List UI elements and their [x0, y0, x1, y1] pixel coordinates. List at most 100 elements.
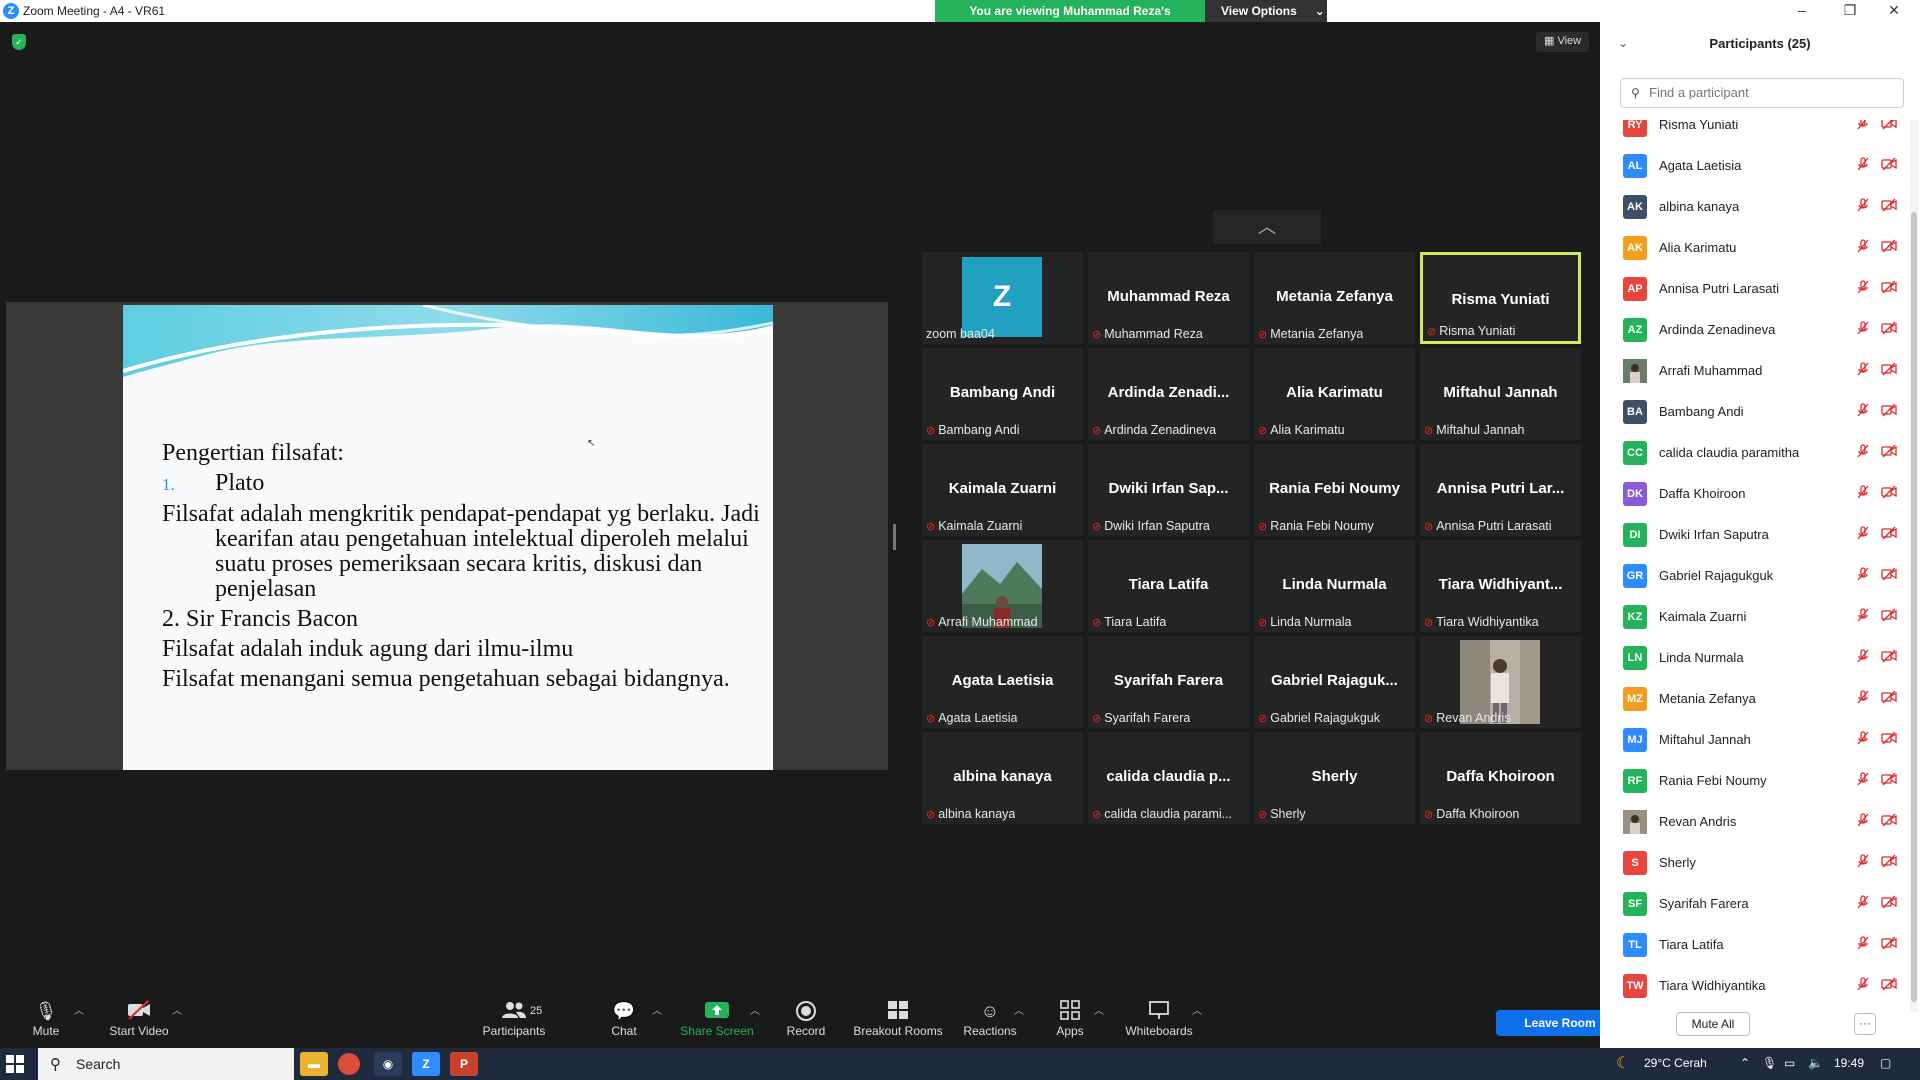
participant-row[interactable]: DI Dwiki Irfan Saputra [1600, 514, 1910, 555]
volume-icon[interactable]: 🔈 [1808, 1056, 1823, 1070]
video-tile[interactable]: Zzoom baa04 [922, 252, 1083, 344]
video-off-icon[interactable] [1881, 649, 1897, 666]
video-tile[interactable]: Tiara Widhiyant... ⊘ Tiara Widhiyantika [1420, 540, 1581, 632]
muted-microphone-icon[interactable] [1856, 690, 1870, 707]
chat-button[interactable]: 💬 Chat [604, 1000, 644, 1038]
video-off-icon[interactable] [1881, 690, 1897, 707]
video-off-icon[interactable] [1881, 321, 1897, 338]
video-tile[interactable]: Muhammad Reza ⊘ Muhammad Reza [1088, 252, 1249, 344]
video-off-icon[interactable] [1881, 731, 1897, 748]
video-off-icon[interactable] [1881, 239, 1897, 256]
video-tile[interactable]: Dwiki Irfan Sap... ⊘ Dwiki Irfan Saputra [1088, 444, 1249, 536]
record-button[interactable]: Record [786, 1000, 826, 1038]
muted-microphone-icon[interactable] [1856, 362, 1870, 379]
participant-row[interactable]: AL Agata Laetisia [1600, 145, 1910, 186]
file-explorer-icon[interactable]: ▬ [300, 1052, 328, 1076]
camera-app-icon[interactable]: ◉ [374, 1052, 402, 1076]
video-off-icon[interactable] [1881, 403, 1897, 420]
participant-row[interactable]: Arrafi Muhammad [1600, 350, 1910, 391]
muted-microphone-icon[interactable] [1856, 120, 1870, 133]
view-button[interactable]: ▦ View [1536, 32, 1590, 52]
clock[interactable]: 19:49 [1834, 1056, 1864, 1070]
collapse-gallery-button[interactable]: ︿ [1213, 210, 1321, 244]
video-tile[interactable]: Annisa Putri Lar... ⊘ Annisa Putri Larasat… [1420, 444, 1581, 536]
scrollbar-thumb[interactable] [1911, 212, 1917, 1002]
video-off-icon[interactable] [1881, 567, 1897, 584]
notifications-icon[interactable]: ▢ [1880, 1056, 1891, 1070]
video-tile[interactable]: Sherly ⊘ Sherly [1254, 732, 1415, 824]
security-shield-icon[interactable]: ✓ [12, 34, 26, 50]
muted-microphone-icon[interactable] [1856, 526, 1870, 543]
share-options-caret-icon[interactable]: ︿ [750, 1002, 760, 1017]
participant-list-scrollbar[interactable] [1910, 120, 1918, 1012]
participant-row[interactable]: BA Bambang Andi [1600, 391, 1910, 432]
video-tile[interactable]: Bambang Andi ⊘ Bambang Andi [922, 348, 1083, 440]
muted-microphone-icon[interactable] [1856, 403, 1870, 420]
participant-row[interactable]: TL Tiara Latifa [1600, 924, 1910, 965]
video-off-icon[interactable] [1881, 608, 1897, 625]
chrome-icon[interactable] [338, 1053, 360, 1075]
muted-microphone-icon[interactable] [1856, 444, 1870, 461]
tray-overflow-icon[interactable]: ⌃ [1740, 1056, 1750, 1070]
video-tile[interactable]: calida claudia p... ⊘ calida claudia param… [1088, 732, 1249, 824]
video-off-icon[interactable] [1881, 444, 1897, 461]
view-options-button[interactable]: View Options ⌄ [1205, 0, 1327, 22]
video-tile[interactable]: Ardinda Zenadi... ⊘ Ardinda Zenadineva [1088, 348, 1249, 440]
video-off-icon[interactable] [1881, 362, 1897, 379]
reactions-options-caret-icon[interactable]: ︿ [1014, 1002, 1024, 1017]
muted-microphone-icon[interactable] [1856, 813, 1870, 830]
video-off-icon[interactable] [1881, 280, 1897, 297]
participant-row[interactable]: AP Annisa Putri Larasati [1600, 268, 1910, 309]
video-off-icon[interactable] [1881, 120, 1897, 133]
tray-microphone-icon[interactable]: 🎙 [1762, 1056, 1777, 1070]
find-participant-input[interactable]: ⚲ Find a participant [1620, 78, 1904, 108]
video-tile[interactable]: ⊘ Revan Andris [1420, 636, 1581, 728]
video-tile[interactable]: Alia Karimatu ⊘ Alia Karimatu [1254, 348, 1415, 440]
video-tile[interactable]: Linda Nurmala ⊘ Linda Nurmala [1254, 540, 1415, 632]
muted-microphone-icon[interactable] [1856, 895, 1870, 912]
video-off-icon[interactable] [1881, 895, 1897, 912]
participant-row[interactable]: CC calida claudia paramitha [1600, 432, 1910, 473]
video-tile[interactable]: albina kanaya ⊘ albina kanaya [922, 732, 1083, 824]
whiteboards-button[interactable]: Whiteboards [1124, 1000, 1194, 1038]
participant-row[interactable]: RY Risma Yuniati [1600, 120, 1910, 145]
muted-microphone-icon[interactable] [1856, 772, 1870, 789]
apps-options-caret-icon[interactable]: ︿ [1094, 1002, 1104, 1017]
participant-row[interactable]: KZ Kaimala Zuarni [1600, 596, 1910, 637]
participant-row[interactable]: LN Linda Nurmala [1600, 637, 1910, 678]
video-tile[interactable]: Kaimala Zuarni ⊘ Kaimala Zuarni [922, 444, 1083, 536]
muted-microphone-icon[interactable] [1856, 567, 1870, 584]
video-options-caret-icon[interactable]: ︿ [172, 1002, 182, 1017]
muted-microphone-icon[interactable] [1856, 977, 1870, 994]
minimize-button[interactable]: – [1780, 0, 1824, 22]
zoom-taskbar-icon[interactable]: Z [412, 1052, 440, 1076]
close-button[interactable]: ✕ [1872, 0, 1916, 22]
muted-microphone-icon[interactable] [1856, 608, 1870, 625]
participant-row[interactable]: AK albina kanaya [1600, 186, 1910, 227]
reactions-button[interactable]: ☺ Reactions [962, 1000, 1018, 1038]
video-off-icon[interactable] [1881, 485, 1897, 502]
chat-options-caret-icon[interactable]: ︿ [652, 1002, 662, 1017]
video-off-icon[interactable] [1881, 157, 1897, 174]
split-drag-handle[interactable] [893, 524, 896, 550]
video-tile[interactable]: Gabriel Rajaguk... ⊘ Gabriel Rajagukguk [1254, 636, 1415, 728]
apps-button[interactable]: Apps [1054, 1000, 1086, 1038]
video-tile[interactable]: Miftahul Jannah ⊘ Miftahul Jannah [1420, 348, 1581, 440]
video-off-icon[interactable] [1881, 772, 1897, 789]
video-tile[interactable]: ⊘ Arrafi Muhammad [922, 540, 1083, 632]
muted-microphone-icon[interactable] [1856, 198, 1870, 215]
more-options-button[interactable]: ··· [1854, 1013, 1876, 1035]
muted-microphone-icon[interactable] [1856, 936, 1870, 953]
muted-microphone-icon[interactable] [1856, 731, 1870, 748]
muted-microphone-icon[interactable] [1856, 485, 1870, 502]
muted-microphone-icon[interactable] [1856, 239, 1870, 256]
participant-row[interactable]: RF Rania Febi Noumy [1600, 760, 1910, 801]
participant-row[interactable]: TW Tiara Widhiyantika [1600, 965, 1910, 1006]
taskbar-search-box[interactable]: ⚲ Search [38, 1048, 294, 1080]
video-off-icon[interactable] [1881, 977, 1897, 994]
video-off-icon[interactable] [1881, 936, 1897, 953]
powerpoint-icon[interactable]: P [450, 1052, 478, 1076]
participant-row[interactable]: Revan Andris [1600, 801, 1910, 842]
participant-row[interactable]: AZ Ardinda Zenadineva [1600, 309, 1910, 350]
participant-row[interactable]: SF Syarifah Farera [1600, 883, 1910, 924]
